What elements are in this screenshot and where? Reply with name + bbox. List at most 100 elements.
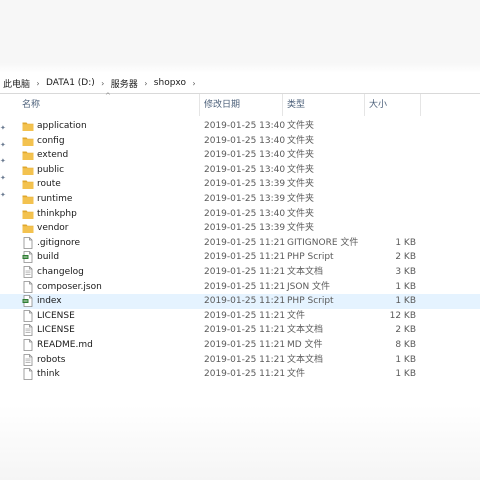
column-header-size[interactable]: 大小 — [365, 94, 421, 116]
file-modified-date: 2019-01-25 13:40 — [204, 150, 286, 161]
file-name: LICENSE — [37, 325, 75, 336]
file-name: application — [37, 121, 87, 131]
chevron-right-icon[interactable]: › — [189, 79, 199, 88]
column-header-type[interactable]: 类型 — [283, 94, 365, 116]
file-name: route — [37, 179, 61, 190]
file-modified-date: 2019-01-25 13:40 — [204, 135, 286, 146]
file-row[interactable]: build 2019-01-25 11:21 PHP Script 2 KB — [0, 250, 480, 265]
file-modified-date: 2019-01-25 13:39 — [204, 193, 286, 204]
file-type: PHP Script — [287, 252, 334, 263]
file-type: 文件夹 — [287, 193, 315, 204]
file-row[interactable]: vendor 2019-01-25 13:39 文件夹 — [0, 221, 480, 236]
file-row[interactable]: composer.json 2019-01-25 11:21 JSON 文件 1 KB — [0, 280, 480, 295]
file-name: index — [37, 296, 62, 307]
text-document-icon — [22, 353, 34, 368]
file-modified-date: 2019-01-25 11:21 — [204, 237, 286, 248]
folder-icon — [22, 119, 34, 134]
folder-icon — [22, 134, 34, 149]
file-modified-date: 2019-01-25 13:39 — [204, 223, 286, 234]
column-header-label: 名称 — [22, 100, 41, 110]
folder-icon — [22, 177, 34, 192]
file-modified-date: 2019-01-25 11:21 — [204, 281, 286, 292]
file-modified-date: 2019-01-25 11:21 — [204, 266, 286, 277]
file-modified-date: 2019-01-25 11:21 — [204, 310, 286, 321]
file-type: GITIGNORE 文件 — [287, 237, 359, 248]
text-document-icon — [22, 323, 34, 338]
file-type: MD 文件 — [287, 339, 323, 350]
column-header-row: ^ 名称 修改日期 类型 大小 — [0, 92, 480, 116]
file-icon — [22, 338, 34, 353]
file-size: 1 KB — [395, 296, 416, 307]
file-row[interactable]: changelog 2019-01-25 11:21 文本文档 3 KB — [0, 265, 480, 280]
chevron-right-icon[interactable]: › — [98, 79, 108, 88]
file-icon — [22, 236, 34, 251]
file-row[interactable]: extend 2019-01-25 13:40 文件夹 — [0, 148, 480, 163]
file-icon — [22, 367, 34, 382]
file-name: extend — [37, 150, 69, 161]
file-type: 文件 — [287, 310, 306, 321]
file-row[interactable]: config 2019-01-25 13:40 文件夹 — [0, 134, 480, 149]
file-type: 文件夹 — [287, 164, 315, 175]
chevron-right-icon[interactable]: › — [141, 79, 151, 88]
file-row[interactable]: README.md 2019-01-25 11:21 MD 文件 8 KB — [0, 338, 480, 353]
file-size: 1 KB — [395, 369, 416, 380]
file-row[interactable]: .gitignore 2019-01-25 11:21 GITIGNORE 文件 1 … — [0, 236, 480, 251]
file-icon — [22, 280, 34, 295]
file-name: README.md — [37, 339, 93, 350]
file-type: PHP Script — [287, 296, 334, 307]
breadcrumb-item-server[interactable]: 服务器 › — [108, 73, 151, 93]
file-row[interactable]: think 2019-01-25 11:21 文件 1 KB — [0, 367, 480, 382]
file-name: composer.json — [37, 281, 102, 292]
file-type: 文件夹 — [287, 208, 315, 219]
file-row[interactable]: index 2019-01-25 11:21 PHP Script 1 KB — [0, 294, 480, 309]
column-header-date[interactable]: 修改日期 — [200, 94, 283, 116]
file-name: robots — [37, 354, 66, 365]
breadcrumb-item-shopxo[interactable]: shopxo › — [151, 73, 199, 93]
file-row[interactable]: application 2019-01-25 13:40 文件夹 — [0, 119, 480, 134]
file-row[interactable]: LICENSE 2019-01-25 11:21 文件 12 KB — [0, 309, 480, 324]
file-name: LICENSE — [37, 310, 75, 321]
file-size: 1 KB — [395, 281, 416, 292]
column-header-label: 类型 — [287, 100, 306, 110]
file-modified-date: 2019-01-25 13:39 — [204, 179, 286, 190]
address-bar[interactable]: 此电脑 › DATA1 (D:) › 服务器 › shopxo › — [0, 73, 480, 94]
file-row[interactable]: robots 2019-01-25 11:21 文本文档 1 KB — [0, 353, 480, 368]
folder-icon — [22, 192, 34, 207]
file-modified-date: 2019-01-25 13:40 — [204, 164, 286, 175]
file-name: vendor — [37, 223, 69, 234]
file-icon — [22, 309, 34, 324]
file-size: 3 KB — [395, 266, 416, 277]
folder-icon — [22, 163, 34, 178]
text-document-icon — [22, 265, 34, 280]
file-row[interactable]: public 2019-01-25 13:40 文件夹 — [0, 163, 480, 178]
folder-icon — [22, 221, 34, 236]
file-type: 文本文档 — [287, 325, 324, 336]
file-name: public — [37, 164, 65, 175]
file-row[interactable]: route 2019-01-25 13:39 文件夹 — [0, 177, 480, 192]
chevron-right-icon[interactable]: › — [33, 79, 43, 88]
file-name: think — [37, 369, 60, 380]
breadcrumb-item-this-pc[interactable]: 此电脑 › — [0, 73, 43, 93]
column-header-name[interactable]: 名称 — [18, 94, 200, 116]
file-name: changelog — [37, 266, 84, 277]
file-row[interactable]: runtime 2019-01-25 13:39 文件夹 — [0, 192, 480, 207]
file-modified-date: 2019-01-25 11:21 — [204, 252, 286, 263]
file-size: 1 KB — [395, 237, 416, 248]
file-name: runtime — [37, 193, 73, 204]
file-size: 8 KB — [395, 339, 416, 350]
file-name: config — [37, 135, 65, 146]
column-header-label: 大小 — [369, 100, 388, 110]
file-modified-date: 2019-01-25 11:21 — [204, 354, 286, 365]
file-type: 文件夹 — [287, 179, 315, 190]
file-modified-date: 2019-01-25 13:40 — [204, 208, 286, 219]
file-row[interactable]: thinkphp 2019-01-25 13:40 文件夹 — [0, 207, 480, 222]
file-modified-date: 2019-01-25 11:21 — [204, 339, 286, 350]
file-type: 文本文档 — [287, 266, 324, 277]
file-size: 1 KB — [395, 354, 416, 365]
file-size: 12 KB — [389, 310, 416, 321]
php-script-icon — [22, 250, 34, 265]
breadcrumb-item-data1[interactable]: DATA1 (D:) › — [43, 73, 108, 93]
file-modified-date: 2019-01-25 11:21 — [204, 296, 286, 307]
column-header-label: 修改日期 — [204, 100, 241, 110]
file-row[interactable]: LICENSE 2019-01-25 11:21 文本文档 2 KB — [0, 323, 480, 338]
